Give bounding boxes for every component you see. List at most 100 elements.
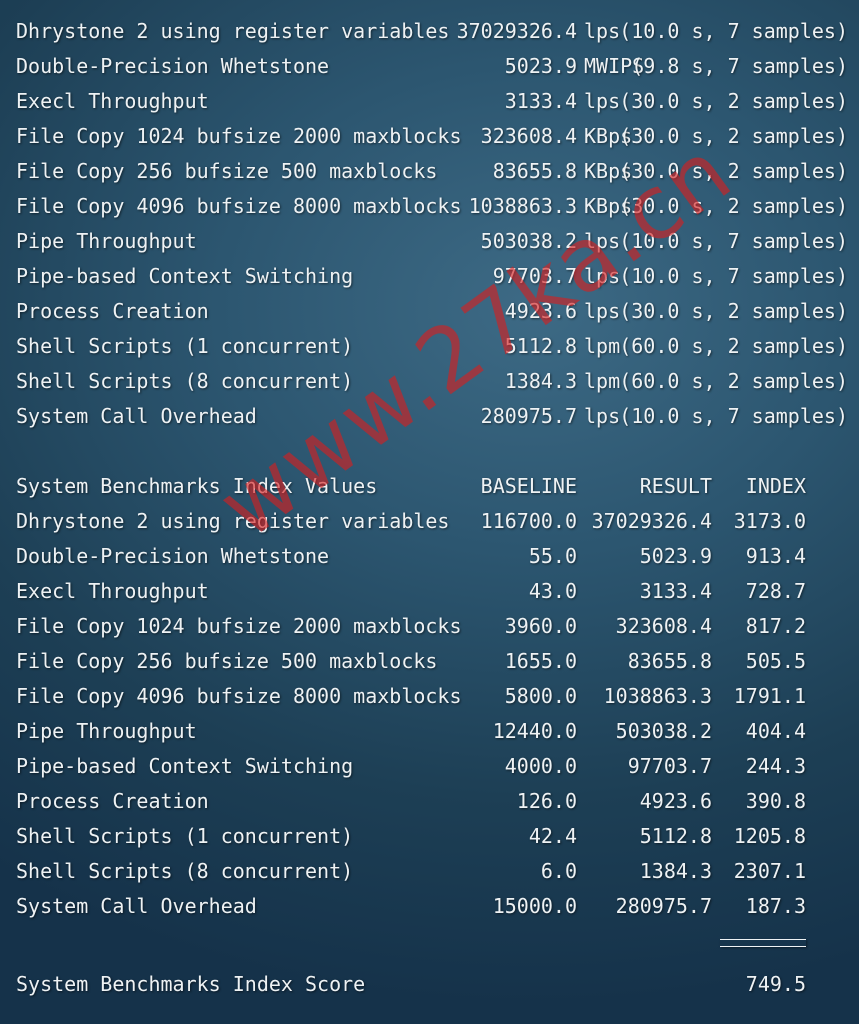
index-benchmark-name: File Copy 4096 bufsize 8000 maxblocks	[16, 684, 462, 708]
index-row: File Copy 1024 bufsize 2000 maxblocks 396…	[0, 609, 859, 644]
index-value: 187.3	[745, 894, 806, 918]
index-result: 4923.6	[639, 789, 712, 813]
index-value: 3173.0	[733, 509, 806, 533]
index-result: 323608.4	[615, 614, 712, 638]
index-baseline: 6.0	[540, 859, 577, 883]
benchmark-value: 5023.9	[504, 54, 577, 78]
result-row: Pipe-based Context Switching 97703.7 lps (1…	[0, 259, 859, 294]
index-header: System Benchmarks Index Values BASELINE RE…	[0, 469, 859, 504]
index-value: 913.4	[745, 544, 806, 568]
index-row: File Copy 256 bufsize 500 maxblocks 1655.…	[0, 644, 859, 679]
index-row: Dhrystone 2 using register variables 1167…	[0, 504, 859, 539]
index-value: 728.7	[745, 579, 806, 603]
index-row: Execl Throughput 43.0 3133.4 728.7	[0, 574, 859, 609]
result-row: Dhrystone 2 using register variables 3702…	[0, 14, 859, 49]
index-value: 2307.1	[733, 859, 806, 883]
benchmark-name: Dhrystone 2 using register variables	[16, 19, 450, 43]
index-benchmark-name: Process Creation	[16, 789, 209, 813]
index-row: Pipe-based Context Switching 4000.0 97703.…	[0, 749, 859, 784]
benchmark-detail: (60.0 s, 2 samples)	[619, 369, 848, 393]
index-result: 83655.8	[627, 649, 712, 673]
benchmark-name: Shell Scripts (8 concurrent)	[16, 369, 354, 393]
benchmark-value: 3133.4	[504, 89, 577, 113]
benchmark-unit: lps	[584, 19, 621, 43]
result-row: Execl Throughput 3133.4 lps (30.0 s, 2 samp…	[0, 84, 859, 119]
index-result: 280975.7	[615, 894, 712, 918]
index-baseline: 12440.0	[492, 719, 577, 743]
benchmark-detail: (9.8 s, 7 samples)	[631, 54, 848, 78]
benchmark-detail: (60.0 s, 2 samples)	[619, 334, 848, 358]
index-benchmark-name: File Copy 1024 bufsize 2000 maxblocks	[16, 614, 462, 638]
index-benchmark-name: Shell Scripts (1 concurrent)	[16, 824, 354, 848]
index-baseline: 126.0	[516, 789, 577, 813]
index-benchmark-name: System Call Overhead	[16, 894, 257, 918]
benchmark-detail: (10.0 s, 7 samples)	[619, 19, 848, 43]
terminal-output: Dhrystone 2 using register variables 3702…	[0, 0, 859, 1024]
benchmark-detail: (30.0 s, 2 samples)	[619, 299, 848, 323]
index-value: 404.4	[745, 719, 806, 743]
index-result: 1038863.3	[603, 684, 712, 708]
benchmark-name: Double-Precision Whetstone	[16, 54, 330, 78]
score-divider	[720, 939, 806, 947]
benchmark-unit: lpm	[584, 334, 621, 358]
benchmark-name: Pipe Throughput	[16, 229, 197, 253]
index-row: Process Creation 126.0 4923.6 390.8	[0, 784, 859, 819]
index-score-value: 749.5	[745, 972, 806, 996]
index-value: 505.5	[745, 649, 806, 673]
result-row: File Copy 1024 bufsize 2000 maxblocks 323…	[0, 119, 859, 154]
index-result: 1384.3	[639, 859, 712, 883]
index-value: 1205.8	[733, 824, 806, 848]
result-row: Pipe Throughput 503038.2 lps (10.0 s, 7 sam…	[0, 224, 859, 259]
benchmark-name: Shell Scripts (1 concurrent)	[16, 334, 354, 358]
index-score-label: System Benchmarks Index Score	[16, 972, 366, 996]
index-baseline: 4000.0	[504, 754, 577, 778]
index-benchmark-name: Pipe-based Context Switching	[16, 754, 354, 778]
index-baseline: 42.4	[528, 824, 577, 848]
benchmark-name: File Copy 1024 bufsize 2000 maxblocks	[16, 124, 462, 148]
benchmark-value: 323608.4	[480, 124, 577, 148]
benchmark-value: 37029326.4	[456, 19, 577, 43]
index-baseline: 3960.0	[504, 614, 577, 638]
benchmark-name: System Call Overhead	[16, 404, 257, 428]
index-baseline: 1655.0	[504, 649, 577, 673]
benchmark-name: Process Creation	[16, 299, 209, 323]
index-result: 97703.7	[627, 754, 712, 778]
index-benchmark-name: Double-Precision Whetstone	[16, 544, 330, 568]
index-value: 390.8	[745, 789, 806, 813]
benchmark-unit: lpm	[584, 369, 621, 393]
index-row: Shell Scripts (8 concurrent) 6.0 1384.3 230…	[0, 854, 859, 889]
index-benchmark-name: Pipe Throughput	[16, 719, 197, 743]
benchmark-name: Execl Throughput	[16, 89, 209, 113]
benchmark-unit: lps	[584, 89, 621, 113]
index-baseline: 5800.0	[504, 684, 577, 708]
index-result: 5023.9	[639, 544, 712, 568]
benchmark-name: File Copy 256 bufsize 500 maxblocks	[16, 159, 438, 183]
column-result-header: RESULT	[639, 474, 712, 498]
index-row: Pipe Throughput 12440.0 503038.2 404.4	[0, 714, 859, 749]
index-row: System Call Overhead 15000.0 280975.7 187.3	[0, 889, 859, 924]
index-result: 3133.4	[639, 579, 712, 603]
index-row: Double-Precision Whetstone 55.0 5023.9 913.…	[0, 539, 859, 574]
result-row: Double-Precision Whetstone 5023.9 MWIPS (9.…	[0, 49, 859, 84]
index-benchmark-name: File Copy 256 bufsize 500 maxblocks	[16, 649, 438, 673]
index-baseline: 43.0	[528, 579, 577, 603]
index-value: 1791.1	[733, 684, 806, 708]
index-result: 37029326.4	[591, 509, 712, 533]
benchmark-detail: (10.0 s, 7 samples)	[619, 404, 848, 428]
index-baseline: 55.0	[528, 544, 577, 568]
index-row: File Copy 4096 bufsize 8000 maxblocks 580…	[0, 679, 859, 714]
column-baseline-header: BASELINE	[480, 474, 577, 498]
benchmark-unit: lps	[584, 404, 621, 428]
index-baseline: 116700.0	[480, 509, 577, 533]
index-row: Shell Scripts (1 concurrent) 42.4 5112.8 12…	[0, 819, 859, 854]
index-baseline: 15000.0	[492, 894, 577, 918]
index-score-row: System Benchmarks Index Score 749.5	[0, 967, 859, 1002]
index-value: 817.2	[745, 614, 806, 638]
index-result: 503038.2	[615, 719, 712, 743]
benchmark-detail: (30.0 s, 2 samples)	[619, 89, 848, 113]
column-index-header: INDEX	[745, 474, 806, 498]
benchmark-name: File Copy 4096 bufsize 8000 maxblocks	[16, 194, 462, 218]
index-benchmark-name: Execl Throughput	[16, 579, 209, 603]
benchmark-name: Pipe-based Context Switching	[16, 264, 354, 288]
index-value: 244.3	[745, 754, 806, 778]
